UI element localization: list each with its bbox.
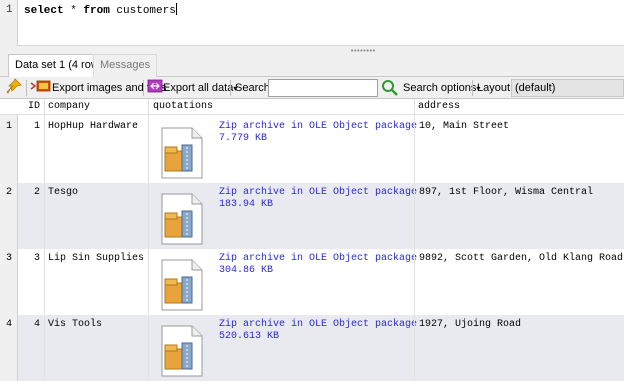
zip-file-icon[interactable] [160,325,204,377]
table-row[interactable]: 1 HopHup Hardware Zip archive in OLE Obj… [18,117,624,183]
row-number[interactable]: 2 [6,187,12,198]
editor-gutter: 1 [0,0,18,46]
cell-id[interactable]: 2 [34,187,40,198]
search-input[interactable] [268,79,378,97]
cell-id[interactable]: 1 [34,121,40,132]
row-number-gutter: 1 2 3 4 [0,115,18,381]
search-icon[interactable] [381,79,399,101]
sql-operator: * [63,5,84,17]
cell-quotations[interactable]: Zip archive in OLE Object package 183.94 … [219,187,417,211]
layout-select[interactable]: (default) [511,79,624,97]
attachment-size: 304.86 KB [219,265,274,276]
toolbar-separator [230,80,231,96]
attachment-description: Zip archive in OLE Object package [219,187,418,198]
attachment-size: 183.94 KB [219,199,274,210]
search-options-label: Search options [403,82,477,94]
pin-icon[interactable] [6,78,22,100]
cell-company[interactable]: Lip Sin Supplies [48,253,144,264]
grid-header: ID company quotations address [0,99,624,115]
column-header-address[interactable]: address [418,101,460,112]
cell-company[interactable]: HopHup Hardware [48,121,138,132]
attachment-description: Zip archive in OLE Object package [219,253,418,264]
row-number[interactable]: 3 [6,253,12,264]
cell-quotations[interactable]: Zip archive in OLE Object package 7.779 K… [219,121,417,145]
attachment-size: 7.779 KB [219,133,268,144]
zip-file-icon[interactable] [160,259,204,311]
layout-label: Layout [477,82,511,94]
zip-file-icon[interactable] [160,127,204,179]
cell-address[interactable]: 10, Main Street [419,121,509,132]
column-header-id[interactable]: ID [28,101,40,112]
cell-address[interactable]: 1927, Ujoing Road [419,319,521,330]
export-all-button[interactable]: Export all data▾ [147,77,237,99]
column-divider [414,99,415,381]
column-divider [148,99,149,381]
column-header-quotations[interactable]: quotations [153,101,213,112]
sql-keyword-select: select [24,5,64,17]
cell-id[interactable]: 3 [34,253,40,264]
row-number[interactable]: 1 [6,121,12,132]
zip-file-icon[interactable] [160,193,204,245]
cell-quotations[interactable]: Zip archive in OLE Object package 520.613… [219,319,417,343]
cell-company[interactable]: Tesgo [48,187,78,198]
column-header-company[interactable]: company [48,101,90,112]
editor-line-number: 1 [6,4,13,16]
text-cursor [175,3,177,15]
search-label: Search [235,82,270,94]
result-tabs: Data set 1 (4 rows) Messages [0,52,624,78]
search-options-button[interactable]: Search options▾ [403,77,480,99]
table-row[interactable]: 4 Vis Tools Zip archive in OLE Object pa… [18,315,624,381]
column-divider [44,99,45,381]
toolbar-separator [472,80,473,96]
cell-address[interactable]: 9892, Scott Garden, Old Klang Road [419,253,623,264]
export-images-button[interactable]: Export images and files [30,77,166,99]
cell-address[interactable]: 897, 1st Floor, Wisma Central [419,187,593,198]
export-all-label: Export all data [163,82,234,94]
row-number[interactable]: 4 [6,319,12,330]
cell-quotations[interactable]: Zip archive in OLE Object package 304.86 … [219,253,417,277]
results-toolbar: Export images and files Export all data▾… [0,77,624,99]
toolbar-separator [143,80,144,96]
toolbar-separator [26,80,27,96]
sql-editor[interactable]: 1 select * from customers [0,0,624,46]
table-row[interactable]: 2 Tesgo Zip archive in OLE Object packag… [18,183,624,249]
sql-keyword-from: from [83,5,110,17]
attachment-description: Zip archive in OLE Object package [219,319,418,330]
cell-id[interactable]: 4 [34,319,40,330]
cell-company[interactable]: Vis Tools [48,319,102,330]
results-grid: ID company quotations address 1 2 3 4 1 … [0,99,624,381]
tab-messages[interactable]: Messages [93,54,158,77]
sql-table-name: customers [109,5,176,17]
attachment-size: 520.613 KB [219,331,280,342]
sql-query-text[interactable]: select * from customers [24,3,177,17]
table-row[interactable]: 3 Lip Sin Supplies Zip archive in OLE Ob… [18,249,624,315]
attachment-description: Zip archive in OLE Object package [219,121,418,132]
